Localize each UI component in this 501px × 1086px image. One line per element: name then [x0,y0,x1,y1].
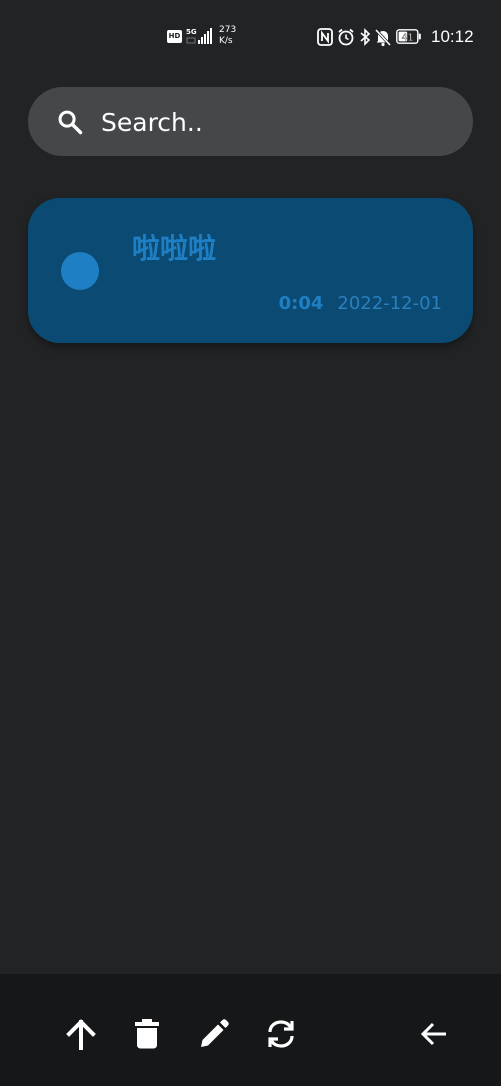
recording-date: 2022-12-01 [337,293,442,314]
network-speed-value: 273 [219,25,237,35]
back-button[interactable] [414,1014,454,1054]
sync-icon [268,1020,294,1048]
recording-indicator-dot [61,252,99,290]
delete-button[interactable] [127,1014,167,1054]
search-icon [58,110,83,135]
alarm-icon [338,28,354,46]
edit-button[interactable] [194,1014,234,1054]
battery-icon: 41 [396,29,421,44]
search-input[interactable] [101,100,451,144]
recording-title: 啦啦啦 [132,232,217,265]
status-bar: HD 5G 273 K/s 41 10:12 [0,0,501,75]
network-label: 5G [186,28,197,36]
network-speed-unit: K/s [219,36,233,46]
bell-muted-icon [374,28,392,47]
recording-duration: 0:04 [278,293,324,314]
nfc-icon [317,28,333,46]
recording-card[interactable]: 啦啦啦 0:04 2022-12-01 [28,198,473,343]
network-speed: 273 K/s [219,25,243,47]
sync-button[interactable] [261,1014,301,1054]
pencil-icon [201,1019,229,1047]
arrow-left-icon [420,1022,446,1046]
recordings-screen: HD 5G 273 K/s 41 10:12 Search.. 啦啦啦 0:04… [0,0,501,1086]
arrow-up-icon [66,1019,96,1050]
battery-level: 41 [401,32,413,43]
upload-button[interactable] [61,1014,101,1054]
recording-meta: 0:04 2022-12-01 [279,293,442,314]
trash-icon [135,1019,159,1049]
hd-badge: HD [167,30,182,43]
signal-5g-icon: 5G [186,28,212,44]
bluetooth-icon [360,28,371,46]
clock: 10:12 [431,27,474,46]
